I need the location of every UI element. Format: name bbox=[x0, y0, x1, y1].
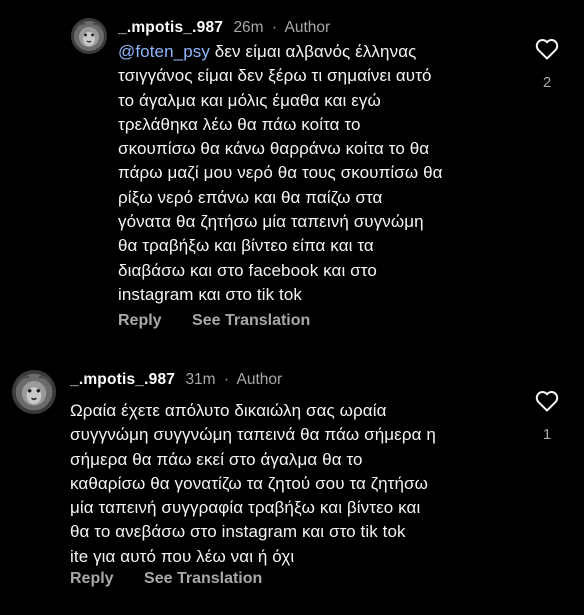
see-translation-button[interactable]: See Translation bbox=[144, 570, 262, 587]
comment-line: τρελάθηκα λέω θα πάω κοίτα το bbox=[118, 114, 361, 134]
lion-avatar-icon bbox=[12, 370, 56, 414]
comment-line: σκουπίσω θα κάνω θαρράνω κοίτα το θα bbox=[118, 139, 430, 159]
comment-line: συγγνώμη συγγνώμη ταπεινά θα πάω σήμερα … bbox=[70, 425, 436, 445]
comment-actions: Reply See Translation bbox=[118, 312, 310, 330]
comment-header: _.mpotis_.987 31m · Author bbox=[70, 370, 282, 390]
like-count: 2 bbox=[542, 74, 552, 91]
username-link[interactable]: _.mpotis_.987 bbox=[118, 19, 223, 36]
comment-text: Ωραία έχετε απόλυτο δικαιώλη σας ωραία σ… bbox=[70, 399, 436, 569]
comment-timestamp: 26m bbox=[233, 19, 264, 36]
avatar[interactable] bbox=[71, 18, 107, 54]
comment-line: γόνατα θα ζητήσω μία ταπεινή συγνώμη bbox=[118, 212, 424, 232]
mention-link[interactable]: @foten_psy bbox=[118, 42, 210, 61]
separator-dot: · bbox=[271, 19, 278, 36]
heart-outline-icon bbox=[535, 39, 559, 60]
comment-line: ρίξω νερό επάνω και θα παίζω στα bbox=[118, 187, 383, 207]
see-translation-button[interactable]: See Translation bbox=[192, 312, 310, 329]
reply-button[interactable]: Reply bbox=[118, 312, 162, 329]
comment-line: τσιγγάνος είμαι δεν ξέρω τι σημαίνει αυτ… bbox=[118, 66, 432, 86]
comment-line: διαβάσω και στο facebook και στο bbox=[118, 260, 377, 280]
comment-line: instagram και στο tik tok bbox=[118, 284, 303, 304]
comment-line: σήμερα θα πάω εκεί στο άγαλμα θα το bbox=[70, 449, 363, 469]
comment-line: μία ταπεινή συγγραφία τραβήξω και βίντεο… bbox=[70, 498, 421, 518]
comment-line: Ωραία έχετε απόλυτο δικαιώλη σας ωραία bbox=[70, 401, 387, 420]
heart-outline-icon bbox=[535, 391, 559, 412]
comment-timestamp: 31m bbox=[185, 371, 216, 388]
like-count: 1 bbox=[542, 426, 552, 443]
lion-avatar-icon bbox=[71, 18, 107, 54]
comment-line: το άγαλμα και μόλις έμαθα και εγώ bbox=[118, 90, 381, 110]
author-badge: Author bbox=[284, 19, 331, 36]
reply-button[interactable]: Reply bbox=[70, 570, 114, 587]
author-badge: Author bbox=[236, 371, 283, 388]
comment-line: καθαρίσω θα γονατίζω τα ζητού σου τα ζητ… bbox=[70, 473, 428, 493]
comment-header: _.mpotis_.987 26m · Author bbox=[118, 18, 330, 38]
comment-line: θα τραβήξω και βίντεο είπα και τα bbox=[118, 236, 374, 256]
comment-actions: Reply See Translation bbox=[70, 570, 262, 588]
comment-line: ite για αυτό που λέω ναι ή όχι bbox=[70, 546, 295, 566]
comment-text: @foten_psy δεν είμαι αλβανός έλληνας τσι… bbox=[118, 40, 443, 307]
separator-dot: · bbox=[223, 371, 230, 388]
comment-line: πάρω μαζί μου νερό θα τους σκουπίσω θα bbox=[118, 163, 443, 183]
comment-line: θα το ανεβάσω στο instagram και στο tik … bbox=[70, 522, 406, 542]
avatar[interactable] bbox=[12, 370, 56, 414]
like-button[interactable] bbox=[532, 38, 562, 65]
username-link[interactable]: _.mpotis_.987 bbox=[70, 371, 175, 388]
comment-line: @foten_psy δεν είμαι αλβανός έλληνας bbox=[118, 42, 417, 61]
like-button[interactable] bbox=[532, 390, 562, 417]
